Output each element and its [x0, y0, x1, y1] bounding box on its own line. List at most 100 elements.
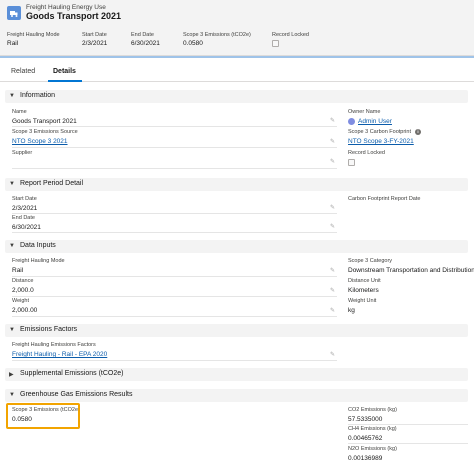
field-label: Scope 3 Carbon Footprint i [348, 129, 468, 135]
section-title: Report Period Detail [20, 180, 84, 187]
edit-pencil-icon[interactable]: ✎ [330, 117, 335, 124]
highlight-label: End Date [131, 32, 154, 38]
chevron-down-icon: ▼ [9, 327, 15, 333]
field-label: Scope 3 Category [348, 258, 393, 264]
field-label: Distance [12, 278, 34, 284]
record-title: Goods Transport 2021 [26, 11, 122, 21]
section-report-period[interactable]: ▼ Report Period Detail [5, 178, 468, 191]
field-cf-report-date: Carbon Footprint Report Date [348, 196, 468, 213]
divider [348, 443, 468, 444]
field-owner: Owner Name Admin User [348, 109, 468, 126]
field-weight-unit: Weight Unit kg [348, 298, 468, 315]
emissions-factors-link[interactable]: Freight Hauling - Rail - EPA 2020 [12, 351, 342, 359]
field-value: 6/30/2021 [12, 224, 41, 231]
edit-pencil-icon[interactable]: ✎ [330, 287, 335, 294]
divider [12, 316, 337, 317]
field-distance-unit: Distance Unit Kilometers [348, 278, 468, 295]
highlight-freight-mode: Freight Hauling Mode Rail [7, 32, 60, 47]
tab-related[interactable]: Related [11, 68, 35, 75]
info-icon[interactable]: i [414, 129, 421, 135]
field-label: CO2 Emissions (kg) [348, 407, 397, 413]
section-information[interactable]: ▼ Information [5, 90, 468, 103]
field-ch4-emissions: CH4 Emissions (kg) 0.00465762 [348, 426, 468, 443]
field-value: 2/3/2021 [12, 205, 38, 212]
field-start-date: Start Date 2/3/2021 [12, 196, 342, 213]
record-header: Freight Hauling Energy Use Goods Transpo… [0, 0, 474, 56]
field-scope3-category: Scope 3 Category Downstream Transportati… [348, 258, 474, 275]
edit-pencil-icon[interactable]: ✎ [330, 307, 335, 314]
field-emissions-factors: Freight Hauling Emissions Factors Freigh… [12, 342, 342, 359]
field-carbon-footprint: Scope 3 Carbon Footprint i NTO Scope 3-FY… [348, 129, 468, 146]
field-label: Freight Hauling Mode [12, 258, 65, 264]
field-freight-mode: Freight Hauling Mode Rail [12, 258, 342, 275]
field-end-date: End Date 6/30/2021 [12, 215, 342, 232]
highlight-record-locked: Record Locked [272, 32, 309, 47]
section-supplemental-emissions[interactable]: ▶ Supplemental Emissions (tCO2e) [5, 368, 468, 381]
highlight-value: 6/30/2021 [131, 40, 160, 47]
section-title: Emissions Factors [20, 326, 78, 333]
truck-icon [7, 6, 21, 20]
divider [12, 126, 337, 127]
highlight-end-date: End Date 6/30/2021 [131, 32, 160, 47]
field-name: Name Goods Transport 2021 [12, 109, 342, 126]
chevron-down-icon: ▼ [9, 181, 15, 187]
field-label: Owner Name [348, 109, 381, 115]
divider [12, 296, 337, 297]
field-value: 57.5335000 [348, 416, 383, 423]
chevron-down-icon: ▼ [9, 392, 15, 398]
edit-pencil-icon[interactable]: ✎ [330, 267, 335, 274]
field-supplier: Supplier [12, 150, 342, 167]
field-label: Carbon Footprint Report Date [348, 196, 421, 202]
field-label: Scope 3 Emissions Source [12, 129, 78, 135]
highlight-value: 0.0580 [183, 40, 203, 47]
divider [12, 213, 337, 214]
highlight-label: Freight Hauling Mode [7, 32, 60, 38]
field-co2-emissions: CO2 Emissions (kg) 57.5335000 [348, 407, 468, 424]
record-locked-checkbox [348, 159, 355, 166]
field-label: End Date [12, 215, 35, 221]
carbon-footprint-link[interactable]: NTO Scope 3-FY-2021 [348, 138, 468, 146]
header-accent-bar [0, 56, 474, 58]
highlight-label: Scope 3 Emissions (tCO2e) [183, 32, 251, 38]
highlight-annotation-box [6, 403, 80, 429]
field-label: Distance Unit [348, 278, 381, 284]
section-title: Supplemental Emissions (tCO2e) [20, 370, 124, 377]
chevron-down-icon: ▼ [9, 93, 15, 99]
section-ghg-results[interactable]: ▼ Greenhouse Gas Emissions Results [5, 389, 468, 402]
section-data-inputs[interactable]: ▼ Data Inputs [5, 240, 468, 253]
chevron-right-icon: ▶ [9, 372, 14, 378]
highlight-value: 2/3/2021 [82, 40, 108, 47]
field-value: Downstream Transportation and Distributi… [348, 267, 474, 274]
field-value: Kilometers [348, 287, 379, 294]
field-label: Record Locked [348, 150, 385, 156]
avatar [348, 118, 355, 125]
field-value: 0.00136989 [348, 455, 383, 462]
field-value: 2,000.00 [12, 307, 38, 314]
owner-link[interactable]: Admin User [358, 118, 392, 125]
highlight-label: Start Date [82, 32, 107, 38]
edit-pencil-icon[interactable]: ✎ [330, 158, 335, 165]
edit-pencil-icon[interactable]: ✎ [330, 204, 335, 211]
highlight-value: Rail [7, 40, 19, 47]
field-weight: Weight 2,000.00 [12, 298, 342, 315]
edit-pencil-icon[interactable]: ✎ [330, 223, 335, 230]
highlight-start-date: Start Date 2/3/2021 [82, 32, 107, 47]
field-value: Goods Transport 2021 [12, 118, 77, 125]
divider [12, 232, 337, 233]
chevron-down-icon: ▼ [9, 243, 15, 249]
scope3-source-link[interactable]: NTO Scope 3 2021 [12, 138, 342, 146]
field-label: Name [12, 109, 27, 115]
divider [12, 276, 337, 277]
field-value: Admin User [348, 118, 468, 126]
edit-pencil-icon[interactable]: ✎ [330, 351, 335, 358]
tab-details[interactable]: Details [53, 68, 76, 75]
field-label: Start Date [12, 196, 37, 202]
field-scope3-source: Scope 3 Emissions Source NTO Scope 3 202… [12, 129, 342, 146]
field-record-locked: Record Locked [348, 150, 468, 166]
field-value [348, 205, 468, 213]
section-emissions-factors[interactable]: ▼ Emissions Factors [5, 324, 468, 337]
section-title: Information [20, 92, 56, 99]
record-locked-checkbox [272, 40, 279, 47]
object-type-label: Freight Hauling Energy Use [26, 4, 106, 11]
edit-pencil-icon[interactable]: ✎ [330, 138, 335, 145]
